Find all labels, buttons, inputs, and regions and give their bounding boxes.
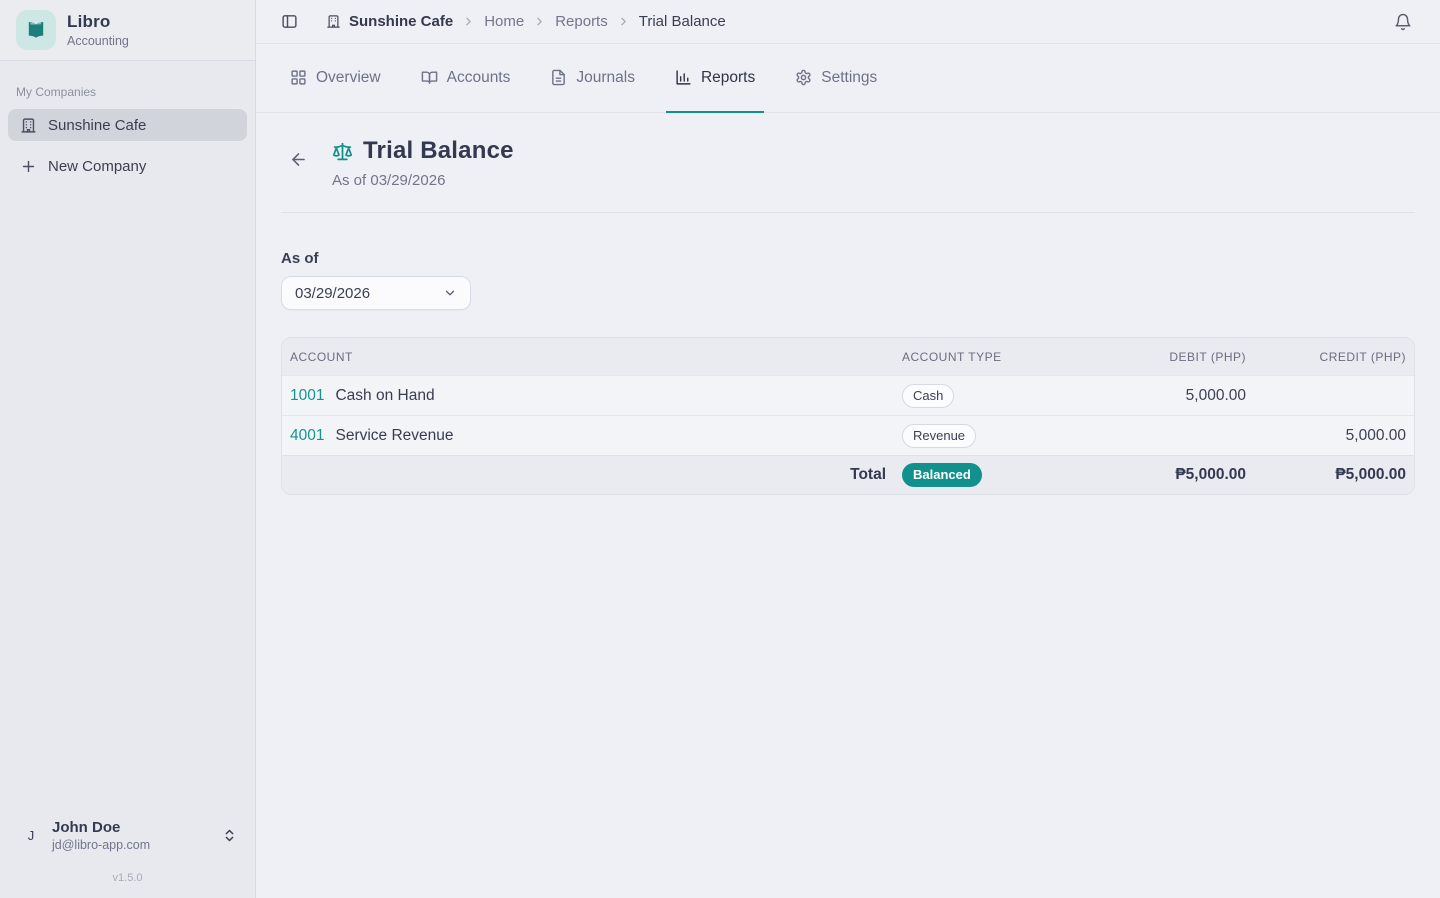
topbar: Sunshine Cafe Home Reports Trial Balance <box>256 0 1440 44</box>
companies-section: My Companies Sunshine Cafe New Company <box>0 61 255 182</box>
app-subtitle: Accounting <box>67 34 129 48</box>
as-of-filter: As of 03/29/2026 <box>281 250 1415 310</box>
total-debit: ₱5,000.00 <box>1094 466 1254 484</box>
grid-icon <box>290 69 307 86</box>
main-area: Sunshine Cafe Home Reports Trial Balance <box>256 0 1440 898</box>
total-label: Total <box>282 466 894 484</box>
tab-label: Settings <box>821 69 877 87</box>
tab-reports[interactable]: Reports <box>666 44 764 113</box>
table-row[interactable]: 4001 Service Revenue Revenue 5,000.00 <box>282 415 1414 455</box>
col-account: ACCOUNT <box>282 350 894 364</box>
app-title-block: Libro Accounting <box>67 12 129 48</box>
building-icon <box>326 14 341 29</box>
bar-chart-icon <box>675 69 692 86</box>
balanced-badge: Balanced <box>902 463 982 487</box>
tab-label: Reports <box>701 69 755 87</box>
plus-icon <box>20 158 37 175</box>
chevron-right-icon <box>533 15 546 28</box>
breadcrumb: Sunshine Cafe Home Reports Trial Balance <box>326 13 726 30</box>
sidebar: Libro Accounting My Companies Sunshine C… <box>0 0 256 898</box>
user-email: jd@libro-app.com <box>52 838 208 852</box>
as-of-label: As of <box>281 250 1415 267</box>
notifications-button[interactable] <box>1394 13 1412 31</box>
app-logo-block: Libro Accounting <box>0 0 255 61</box>
tab-settings[interactable]: Settings <box>786 44 886 113</box>
back-button[interactable] <box>289 150 308 169</box>
chevrons-up-down-icon <box>222 828 237 843</box>
tab-journals[interactable]: Journals <box>541 44 644 113</box>
new-company-label: New Company <box>48 158 146 175</box>
tab-label: Journals <box>576 69 635 87</box>
book-open-icon <box>421 69 438 86</box>
sidebar-toggle-button[interactable] <box>281 13 298 30</box>
chevron-right-icon <box>617 15 630 28</box>
account-name: Service Revenue <box>335 427 453 445</box>
account-type-badge: Cash <box>902 384 954 408</box>
user-menu[interactable]: J John Doe jd@libro-app.com <box>0 809 255 858</box>
trial-balance-table: ACCOUNT ACCOUNT TYPE DEBIT (PHP) CREDIT … <box>281 337 1415 495</box>
arrow-left-icon <box>289 150 308 169</box>
tab-accounts[interactable]: Accounts <box>412 44 520 113</box>
report-header: Trial Balance As of 03/29/2026 <box>281 137 1415 189</box>
account-code: 1001 <box>290 387 324 405</box>
file-text-icon <box>550 69 567 86</box>
col-debit: DEBIT (PHP) <box>1094 350 1254 364</box>
report-content: Trial Balance As of 03/29/2026 As of 03/… <box>256 113 1440 495</box>
breadcrumb-current: Trial Balance <box>639 13 726 30</box>
table-total-row: Total Balanced ₱5,000.00 ₱5,000.00 <box>282 455 1414 494</box>
title-divider <box>281 212 1415 213</box>
chevron-down-icon <box>443 286 457 300</box>
sidebar-item-label: Sunshine Cafe <box>48 117 146 134</box>
account-type-badge: Revenue <box>902 424 976 448</box>
table-header-row: ACCOUNT ACCOUNT TYPE DEBIT (PHP) CREDIT … <box>282 338 1414 375</box>
chevron-right-icon <box>462 15 475 28</box>
user-name: John Doe <box>52 819 208 836</box>
breadcrumb-reports[interactable]: Reports <box>555 13 608 30</box>
new-company-button[interactable]: New Company <box>8 150 247 182</box>
as-of-date-select[interactable]: 03/29/2026 <box>281 276 471 310</box>
company-tabs: Overview Accounts Journals <box>256 44 1440 113</box>
gear-icon <box>795 69 812 86</box>
app-name: Libro <box>67 12 129 32</box>
table-row[interactable]: 1001 Cash on Hand Cash 5,000.00 <box>282 375 1414 415</box>
debit-amount: 5,000.00 <box>1094 387 1254 405</box>
tab-label: Overview <box>316 69 381 87</box>
scale-icon <box>332 141 353 162</box>
account-code: 4001 <box>290 427 324 445</box>
total-credit: ₱5,000.00 <box>1254 466 1414 484</box>
bell-icon <box>1394 13 1412 31</box>
avatar: J <box>24 828 38 843</box>
account-name: Cash on Hand <box>335 387 434 405</box>
page-title: Trial Balance <box>363 137 514 165</box>
app-version: v1.5.0 <box>0 858 255 898</box>
breadcrumb-home[interactable]: Home <box>484 13 524 30</box>
as-of-date-value: 03/29/2026 <box>295 285 370 302</box>
panel-left-icon <box>281 13 298 30</box>
page-subtitle: As of 03/29/2026 <box>332 172 514 189</box>
col-credit: CREDIT (PHP) <box>1254 350 1414 364</box>
building-icon <box>20 117 37 134</box>
app-logo <box>16 10 56 50</box>
sidebar-item-sunshine-cafe[interactable]: Sunshine Cafe <box>8 109 247 141</box>
tab-overview[interactable]: Overview <box>281 44 390 113</box>
companies-section-label: My Companies <box>8 85 247 99</box>
open-book-icon <box>24 18 48 42</box>
breadcrumb-company[interactable]: Sunshine Cafe <box>326 13 453 30</box>
breadcrumb-company-label: Sunshine Cafe <box>349 13 453 30</box>
tab-label: Accounts <box>447 69 511 87</box>
col-account-type: ACCOUNT TYPE <box>894 350 1094 364</box>
credit-amount: 5,000.00 <box>1254 427 1414 445</box>
user-meta: John Doe jd@libro-app.com <box>52 819 208 852</box>
